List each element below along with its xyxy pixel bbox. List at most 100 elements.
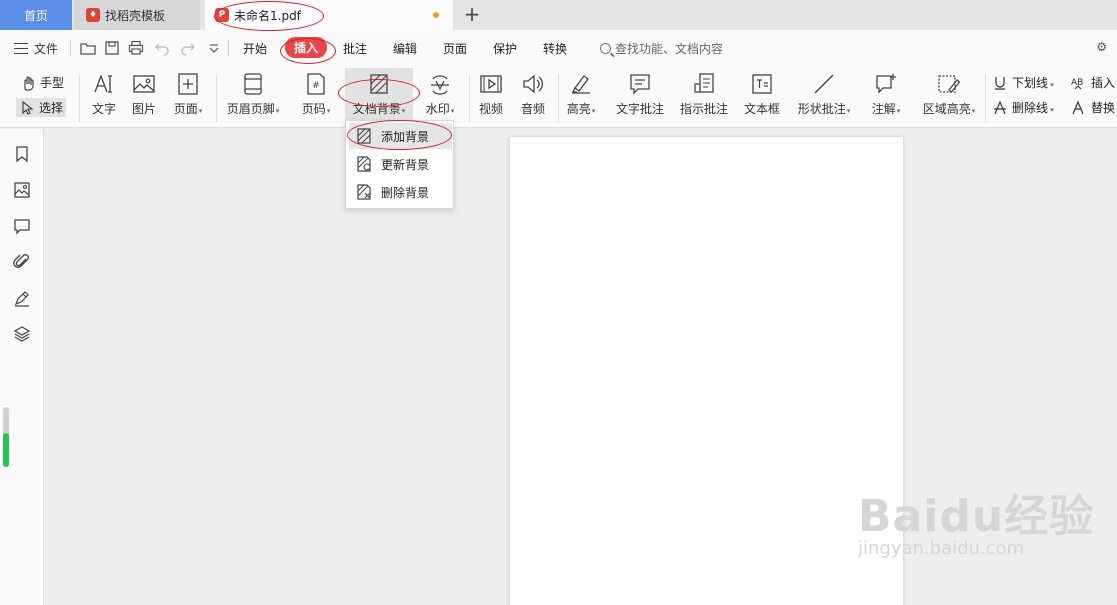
replace-text-button[interactable]: 替换 bbox=[1071, 99, 1115, 116]
line-shape-icon bbox=[814, 74, 834, 94]
tab-protect[interactable]: 保护 bbox=[493, 40, 517, 57]
insert-video-label: 视频 bbox=[478, 102, 503, 116]
hand-tool-label: 手型 bbox=[40, 76, 65, 90]
watermark-icon bbox=[431, 75, 449, 95]
print-icon[interactable] bbox=[128, 40, 144, 56]
customize-dropdown-icon[interactable] bbox=[206, 40, 222, 56]
menu-bar: 文件 开始 插入 批注 编辑 页面 保护 转换 查找功能、文档内容 ⚙ bbox=[0, 30, 1117, 66]
underline-label: 下划线 ▾ bbox=[1012, 76, 1054, 90]
layers-icon[interactable] bbox=[13, 325, 31, 343]
thumbnail-icon[interactable] bbox=[13, 181, 31, 199]
insert-page-button[interactable]: 页面▾ bbox=[168, 68, 208, 124]
tab-page[interactable]: 页面 bbox=[443, 40, 467, 57]
tab-insert[interactable]: 插入 bbox=[285, 37, 328, 58]
open-folder-icon[interactable] bbox=[80, 40, 96, 56]
pointer-comment-icon bbox=[694, 73, 714, 93]
insert-image-button[interactable]: 图片 bbox=[128, 68, 160, 124]
watermark-button[interactable]: 水印▾ bbox=[420, 68, 460, 124]
hamburger-icon bbox=[14, 43, 28, 54]
divider bbox=[228, 40, 229, 56]
update-background-label: 更新背景 bbox=[381, 157, 430, 172]
page-number-button[interactable]: # 页码▾ bbox=[296, 68, 336, 124]
page-number-label: 页码▾ bbox=[301, 102, 331, 116]
unsaved-indicator bbox=[433, 12, 439, 18]
file-menu-label: 文件 bbox=[34, 42, 59, 56]
replace-text-label: 替换 bbox=[1091, 101, 1116, 115]
divider bbox=[469, 74, 470, 122]
bookmark-icon[interactable] bbox=[13, 145, 31, 163]
area-highlight-label: 区域高亮▾ bbox=[922, 102, 976, 116]
delete-background-item[interactable]: 删除背景 bbox=[349, 179, 452, 205]
strikethrough-label: 删除线 ▾ bbox=[1012, 101, 1054, 115]
tab-annotate[interactable]: 批注 bbox=[343, 40, 367, 57]
text-comment-button[interactable]: 文字批注 bbox=[613, 68, 667, 124]
tab-document-label: 未命名1.pdf bbox=[234, 8, 301, 23]
text-box-icon bbox=[752, 74, 772, 94]
comment-icon[interactable] bbox=[13, 217, 31, 235]
pointer-comment-button[interactable]: 指示批注 bbox=[677, 68, 731, 124]
tab-home[interactable]: 首页 bbox=[0, 0, 72, 30]
add-tab-button[interactable]: + bbox=[462, 4, 482, 26]
shape-comment-button[interactable]: 形状批注▾ bbox=[793, 68, 855, 124]
divider bbox=[558, 74, 559, 122]
signature-icon[interactable] bbox=[13, 289, 31, 307]
note-button[interactable]: 注解▾ bbox=[866, 68, 906, 124]
watermark-brand: Baidu经验 bbox=[858, 491, 1095, 542]
note-label: 注解▾ bbox=[871, 102, 901, 116]
header-footer-icon bbox=[244, 73, 262, 95]
select-tool-label: 选择 bbox=[39, 101, 64, 115]
tab-document[interactable]: P 未命名1.pdf bbox=[205, 0, 453, 30]
speaker-icon bbox=[523, 74, 543, 94]
insert-audio-label: 音频 bbox=[520, 102, 545, 116]
insert-ribbon: 手型 选择 文字 图片 页面▾ 页眉页脚▾ # 页码▾ 文档背景▾ 水印▾ 视频 bbox=[0, 66, 1117, 128]
divider bbox=[985, 74, 986, 122]
update-background-icon bbox=[357, 156, 371, 172]
hand-icon bbox=[24, 75, 34, 91]
cursor-arrow-icon bbox=[22, 100, 34, 115]
highlighter-icon bbox=[571, 75, 590, 94]
left-sidebar bbox=[0, 129, 44, 605]
area-highlight-button[interactable]: 区域高亮▾ bbox=[918, 68, 980, 124]
highlight-button[interactable]: 高亮▾ bbox=[561, 68, 601, 124]
divider bbox=[216, 74, 217, 122]
more-options-icon[interactable]: ⚙ bbox=[1096, 40, 1107, 54]
undo-icon[interactable] bbox=[154, 40, 170, 56]
doc-background-button[interactable]: 文档背景▾ bbox=[345, 68, 413, 124]
update-background-item[interactable]: 更新背景 bbox=[349, 151, 452, 177]
redo-icon[interactable] bbox=[180, 40, 196, 56]
divider bbox=[70, 40, 71, 56]
add-background-item[interactable]: 添加背景 bbox=[349, 123, 452, 149]
file-menu-button[interactable]: 文件 bbox=[14, 40, 58, 57]
select-tool-button[interactable]: 选择 bbox=[16, 98, 67, 117]
tab-template-label: 找稻壳模板 bbox=[105, 8, 166, 23]
search-box[interactable]: 查找功能、文档内容 bbox=[600, 40, 723, 57]
note-icon bbox=[876, 74, 896, 94]
delete-background-icon bbox=[357, 184, 371, 200]
strikethrough-button[interactable]: 删除线 ▾ bbox=[992, 99, 1054, 116]
text-box-button[interactable]: 文本框 bbox=[741, 68, 783, 124]
insert-text-mark-button[interactable]: AB 插入 bbox=[1071, 74, 1115, 91]
divider bbox=[79, 74, 80, 122]
insert-page-label: 页面▾ bbox=[173, 102, 203, 116]
pdf-page[interactable] bbox=[510, 137, 903, 605]
tab-template[interactable]: ♦ 找稻壳模板 bbox=[74, 0, 200, 30]
insert-audio-button[interactable]: 音频 bbox=[516, 68, 550, 124]
tab-convert[interactable]: 转换 bbox=[543, 40, 567, 57]
add-background-label: 添加背景 bbox=[381, 129, 430, 144]
header-footer-button[interactable]: 页眉页脚▾ bbox=[222, 68, 284, 124]
search-icon bbox=[600, 43, 611, 54]
insert-video-button[interactable]: 视频 bbox=[474, 68, 508, 124]
tab-edit[interactable]: 编辑 bbox=[393, 40, 417, 57]
attachment-icon[interactable] bbox=[13, 253, 31, 271]
shape-comment-label: 形状批注▾ bbox=[797, 102, 851, 116]
baidu-jingyan-watermark: Baidu经验 jingyan.baidu.com bbox=[858, 480, 1094, 559]
insert-text-label: 文字 bbox=[91, 102, 116, 116]
insert-text-button[interactable]: 文字 bbox=[88, 68, 120, 124]
save-icon[interactable] bbox=[104, 40, 120, 56]
tab-home-label: 首页 bbox=[23, 8, 48, 23]
replace-icon bbox=[1072, 99, 1084, 114]
underline-button[interactable]: 下划线 ▾ bbox=[992, 74, 1054, 91]
add-background-icon bbox=[357, 128, 371, 144]
tab-start[interactable]: 开始 bbox=[243, 40, 267, 57]
hand-tool-button[interactable]: 手型 bbox=[20, 74, 64, 91]
